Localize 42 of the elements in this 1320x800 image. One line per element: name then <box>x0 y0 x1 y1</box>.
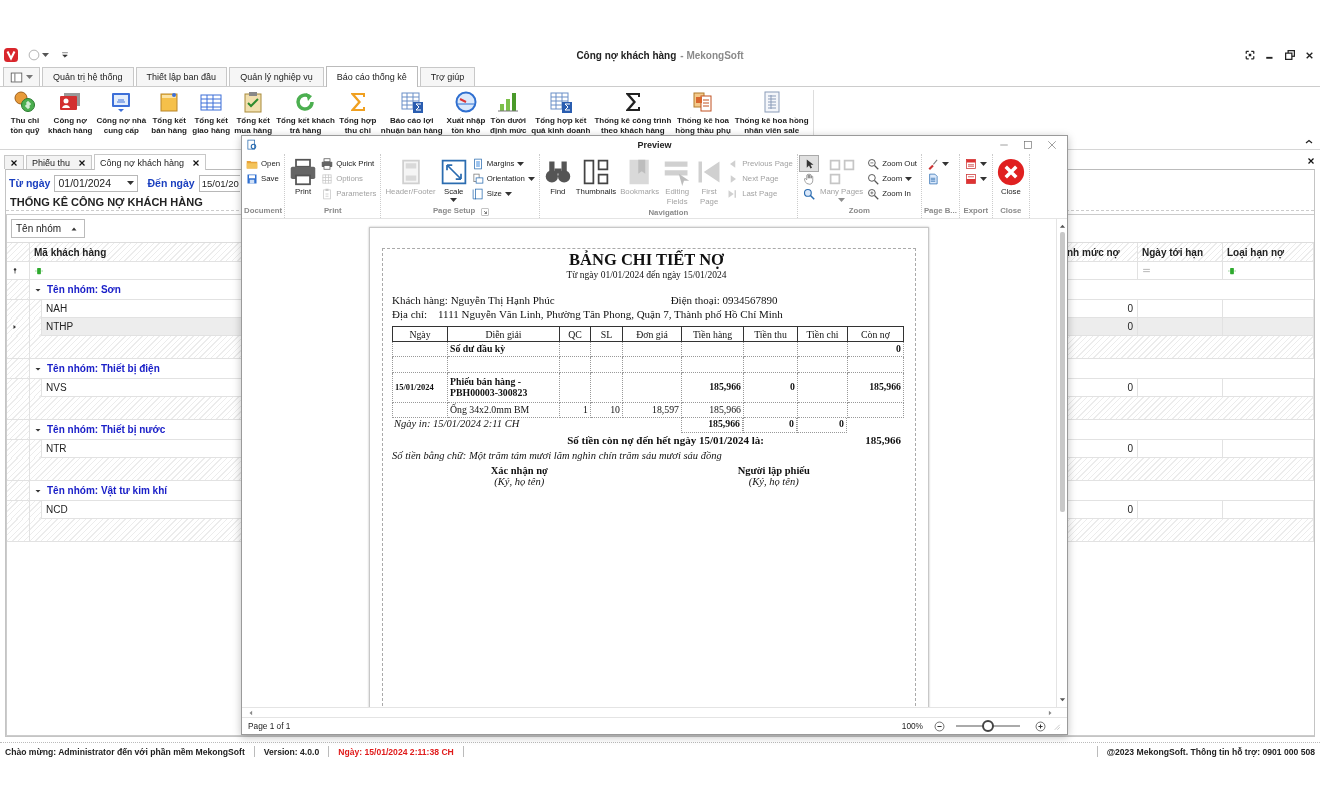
signature-note: (Ký, họ tên) <box>748 476 799 487</box>
field-label: Địa chỉ: <box>392 308 429 320</box>
page-status: Page 1 of 1 <box>248 721 291 731</box>
support-text: @2023 MekongSoft. Thông tin hỗ trợ: 0901 000 508 <box>1106 746 1315 757</box>
report-cell: Phiếu bán hàng - PBH00003-300823 <box>450 376 528 398</box>
date-text: Ngày: 15/01/2024 2:11:38 CH <box>338 746 454 757</box>
report-cell: 15/01/2024 <box>395 382 434 393</box>
to-date-label: Đến ngày <box>147 177 195 189</box>
report-cell: Số dư đầu kỳ <box>450 342 506 354</box>
app-name: - MekongSoft <box>680 49 744 61</box>
welcome-text: Chào mừng: Administrator đến với phần mềm MekongSoft <box>5 746 245 757</box>
table-cell: 0 <box>1067 440 1138 458</box>
signature-title: Xác nhận nợ <box>490 465 548 476</box>
signature-title: Người lập phiếu <box>737 465 810 476</box>
zoom-reading: 100% <box>901 721 923 731</box>
report-cell: 0 <box>790 381 795 393</box>
report-cell: 185,966 <box>709 381 741 393</box>
total-cell: 0 <box>743 418 797 433</box>
dialog-title: Preview <box>637 140 672 150</box>
report-period: Từ ngày 01/01/2024 đến ngày 15/01/2024 <box>566 270 727 280</box>
window-title: Công nợ khách hàng <box>576 49 677 61</box>
report-cell: Ống 34x2.0mm BM <box>450 403 530 415</box>
table-cell: 0 <box>1067 300 1138 318</box>
report-cell: 18,597 <box>652 403 679 415</box>
total-cell: 185,966 <box>681 418 743 433</box>
report-cell: 0 <box>896 342 901 354</box>
printed-at: Ngày in: 15/01/2024 2:11 CH <box>393 418 521 431</box>
report-cell: 185,966 <box>869 381 901 393</box>
report-cell: 185,966 <box>709 403 741 415</box>
report-cell: 10 <box>610 403 620 415</box>
table-cell: 0 <box>1067 318 1138 336</box>
report-title: BẢNG CHI TIẾT NỢ <box>568 250 725 270</box>
amount-in-words: Số tiền bằng chữ: Một trăm tám mươi lăm nghìn chín trăm sáu mươi sáu đồng <box>392 450 723 461</box>
total-cell: 0 <box>797 418 847 433</box>
table-cell: 0 <box>1067 379 1138 397</box>
signature-note: (Ký, họ tên) <box>494 476 545 487</box>
address-text: 1111 Nguyễn Văn Linh, Phường Tân Phong, Quận 7, Thành phố Hồ Chí Minh <box>438 308 783 320</box>
from-date-label: Từ ngày <box>9 177 51 189</box>
report-cell: 1 <box>583 403 588 415</box>
report-heading: THỐNG KÊ CÔNG NỢ KHÁCH HÀNG <box>10 196 203 208</box>
version-text: Version: 4.0.0 <box>263 746 320 757</box>
table-cell: 0 <box>1067 501 1138 519</box>
